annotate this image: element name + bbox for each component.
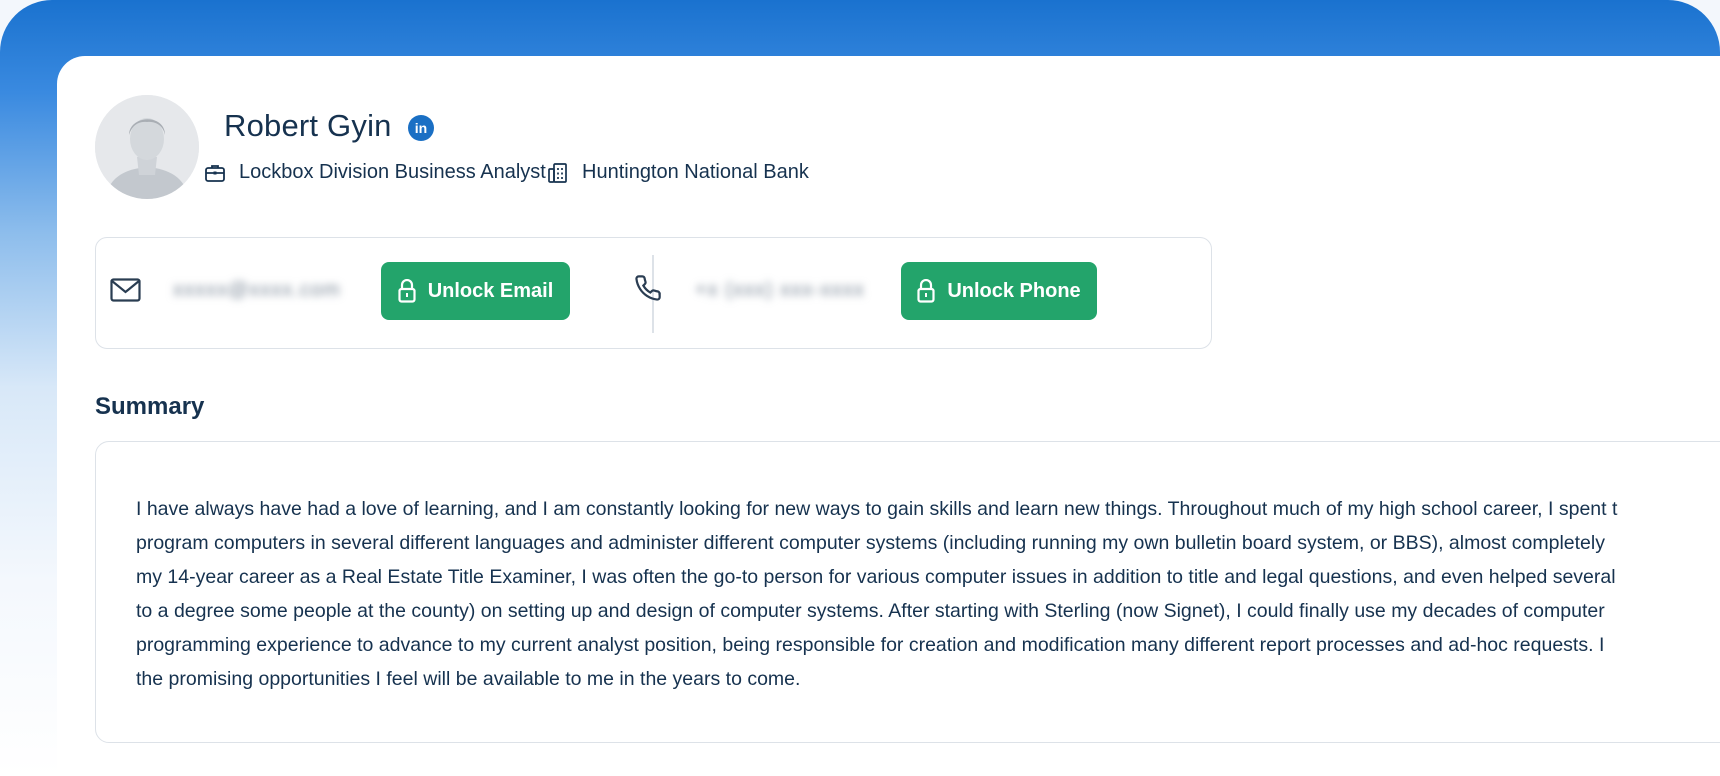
lock-icon — [917, 279, 935, 303]
summary-line: to a degree some people at the county) o… — [136, 600, 1605, 622]
summary-line: I have always have had a love of learnin… — [136, 498, 1618, 520]
app-background: Robert Gyin in Lockbox Division Business… — [0, 0, 1720, 776]
mail-icon — [110, 278, 141, 302]
masked-email: xxxxx@xxxx.com — [173, 279, 341, 301]
unlock-phone-button[interactable]: Unlock Phone — [901, 262, 1097, 320]
lock-icon — [398, 279, 416, 303]
masked-phone: +x (xxx) xxx-xxxx — [695, 279, 865, 301]
avatar — [95, 95, 199, 199]
summary-box: I have always have had a love of learnin… — [95, 441, 1720, 743]
unlock-email-label: Unlock Email — [427, 279, 554, 302]
phone-icon — [635, 275, 661, 301]
company-row: Huntington National Bank — [548, 161, 809, 184]
unlock-phone-label: Unlock Phone — [947, 279, 1081, 302]
summary-line: the promising opportunities I feel will … — [136, 668, 801, 690]
summary-text: I have always have had a love of learnin… — [136, 492, 1720, 696]
job-title: Lockbox Division Business Analyst — [239, 161, 546, 183]
company-name: Huntington National Bank — [582, 161, 809, 183]
summary-line: my 14-year career as a Real Estate Title… — [136, 566, 1616, 588]
contact-box: xxxxx@xxxx.com Unlock Email +x (xxx) xxx… — [95, 237, 1212, 349]
avatar-silhouette-icon — [95, 95, 199, 199]
building-icon — [548, 162, 567, 183]
linkedin-icon[interactable]: in — [408, 115, 434, 141]
briefcase-icon — [205, 164, 225, 182]
summary-heading: Summary — [95, 393, 205, 420]
profile-card: Robert Gyin in Lockbox Division Business… — [57, 56, 1720, 776]
profile-name: Robert Gyin — [224, 108, 392, 143]
unlock-email-button[interactable]: Unlock Email — [381, 262, 570, 320]
summary-line: programming experience to advance to my … — [136, 634, 1605, 656]
job-title-row: Lockbox Division Business Analyst — [205, 161, 546, 184]
summary-line: program computers in several different l… — [136, 532, 1605, 554]
